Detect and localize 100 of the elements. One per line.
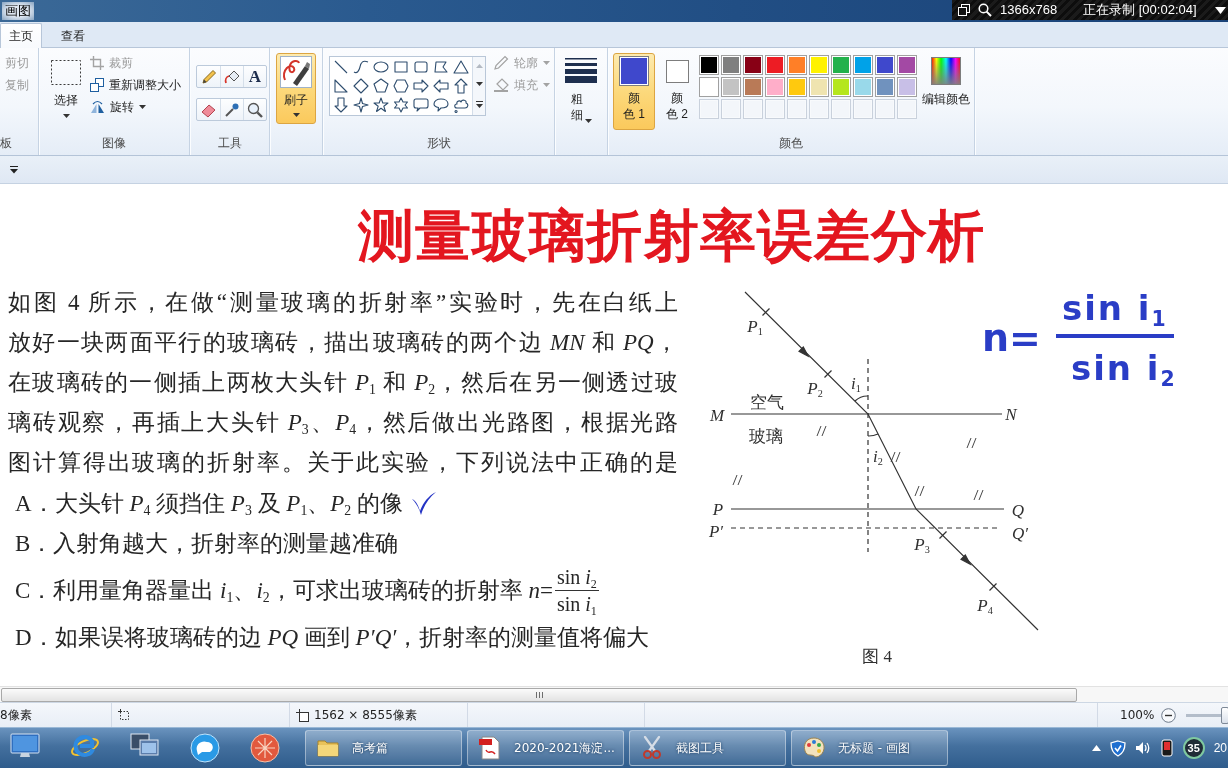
right-arrow-shape-icon[interactable] [413, 77, 429, 94]
custom-color-slot[interactable] [831, 99, 851, 119]
custom-color-slot[interactable] [721, 99, 741, 119]
custom-color-slot[interactable] [897, 99, 917, 119]
triangle-shape-icon[interactable] [453, 58, 469, 75]
scissors-icon [640, 736, 664, 760]
six-point-star-icon[interactable] [393, 96, 409, 113]
taskbar-button[interactable]: 截图工具 [629, 730, 786, 766]
rectangle-callout-icon[interactable] [413, 96, 429, 113]
caret-icon[interactable] [1214, 6, 1226, 14]
bucket-icon [493, 77, 509, 93]
zoom-out-icon[interactable] [1161, 707, 1177, 723]
color-swatch[interactable] [743, 77, 763, 97]
color-swatch[interactable] [831, 55, 851, 75]
ribbon-tab[interactable]: 查看 [52, 23, 94, 48]
diagram-label: P [712, 500, 724, 518]
color-swatch[interactable] [875, 55, 895, 75]
diagram-label: P′ [708, 522, 724, 540]
resize-icon [90, 78, 104, 92]
color-swatch[interactable] [743, 55, 763, 75]
line-shape-icon[interactable] [333, 58, 349, 75]
up-arrow-shape-icon[interactable] [453, 77, 469, 94]
chat-bubble-icon[interactable] [190, 733, 220, 763]
color-swatch[interactable] [853, 77, 873, 97]
brushes-button[interactable]: 刷子 [276, 53, 316, 124]
color-slot-button[interactable]: 颜色 1 [613, 53, 655, 130]
slider-thumb[interactable] [1221, 706, 1228, 724]
option-letter: B． [15, 529, 54, 558]
custom-color-slot[interactable] [743, 99, 763, 119]
formula-numerator: sin i$_{1}$ [1055, 288, 1174, 338]
scroll-down-icon[interactable] [475, 82, 483, 87]
diamond-shape-icon[interactable] [353, 77, 369, 94]
oval-callout-icon[interactable] [433, 96, 449, 113]
taskbar-button[interactable]: 2020-2021海淀... [467, 730, 624, 766]
window-stack-icon[interactable] [130, 733, 160, 757]
color-swatch[interactable] [831, 77, 851, 97]
phone-icon[interactable] [1159, 739, 1174, 757]
taskbar-button[interactable]: 无标题 - 画图 [791, 730, 948, 766]
color-swatch[interactable] [699, 55, 719, 75]
color-swatch[interactable] [765, 55, 785, 75]
window-icon[interactable] [958, 4, 970, 16]
hexagon-shape-icon[interactable] [393, 77, 409, 94]
diagram-label: P$_{2}$ [807, 379, 823, 397]
orb-icon[interactable] [250, 733, 280, 763]
custom-color-slot[interactable] [765, 99, 785, 119]
five-point-star-icon[interactable] [373, 96, 389, 113]
more-icon[interactable] [475, 100, 483, 108]
ribbon-command[interactable]: 旋转 [90, 96, 181, 118]
diagram-label: N [1005, 405, 1017, 423]
color-swatch[interactable] [699, 77, 719, 97]
edit-colors-button[interactable]: 编辑颜色 [921, 53, 971, 125]
group-label: 图像 [102, 135, 126, 152]
eyedropper-icon[interactable] [224, 101, 240, 118]
ribbon-command[interactable]: 重新调整大小 [90, 74, 181, 96]
custom-color-slot[interactable] [809, 99, 829, 119]
customize-toolbar-icon[interactable] [10, 165, 18, 174]
speaker-icon[interactable] [1134, 741, 1151, 755]
four-point-star-icon[interactable] [353, 96, 369, 113]
left-arrow-shape-icon[interactable] [433, 77, 449, 94]
color-slot-button[interactable]: 颜色 2 [659, 53, 695, 130]
color-swatch[interactable] [721, 55, 741, 75]
caret-icon [584, 119, 592, 123]
down-arrow-shape-icon[interactable] [333, 96, 349, 113]
up-arrow-icon[interactable] [1091, 745, 1101, 751]
pentagon-shape-icon[interactable] [373, 77, 389, 94]
taskbar-button[interactable]: 高考篇 [305, 730, 462, 766]
rounded-rectangle-shape-icon[interactable] [413, 58, 429, 75]
figure-caption: 图 4 [862, 647, 892, 665]
monitor-icon[interactable] [10, 733, 40, 759]
color-swatch[interactable] [809, 55, 829, 75]
polygon-shape-icon[interactable] [433, 58, 449, 75]
color-swatch[interactable] [765, 77, 785, 97]
custom-color-slot[interactable] [699, 99, 719, 119]
shield-icon[interactable] [1109, 739, 1126, 757]
oval-shape-icon[interactable] [373, 58, 389, 75]
color-swatch[interactable] [897, 77, 917, 97]
custom-color-slot[interactable] [875, 99, 895, 119]
select-button[interactable]: 选择 [46, 52, 86, 128]
search-icon[interactable] [978, 3, 992, 17]
pencil-icon[interactable] [200, 68, 217, 85]
canvas-size: 1562 × 8555像素 [314, 706, 417, 724]
color-swatch[interactable] [809, 77, 829, 97]
curve-shape-icon[interactable] [353, 58, 369, 75]
magnifier-icon[interactable] [247, 101, 263, 118]
bucket-icon[interactable] [224, 68, 240, 85]
color-swatch[interactable] [853, 55, 873, 75]
color-swatch[interactable] [787, 55, 807, 75]
zoom-slider[interactable] [1186, 705, 1228, 725]
custom-color-slot[interactable] [853, 99, 873, 119]
text-tool-button[interactable]: A [248, 67, 262, 86]
right-triangle-shape-icon[interactable] [333, 77, 349, 94]
ribbon-tab[interactable]: 主页 [0, 23, 42, 48]
color-swatch[interactable] [897, 55, 917, 75]
color-swatch[interactable] [787, 77, 807, 97]
question-text: 如图 4 所示，在做“测量玻璃的折射率”实验时，先在白纸上 放好一块两面平行的玻璃砖，描出玻璃砖的两个边 MN 和 PQ， 在玻璃砖的一侧插上两枚大头针 P$_{1}$ 和 P$_{2}$，然后在另一侧透过玻 璃砖观察，再插上大头针 P$_{3}$、P$_{4}$，然后做出光路图，根据光路 图计算得出玻璃的折射率。关于此实验，下列说法中正确的是 [8, 289, 678, 477]
color-swatch[interactable] [875, 77, 895, 97]
color-swatch[interactable] [721, 77, 741, 97]
scrollbar-thumb[interactable] [1, 687, 1077, 702]
custom-color-slot[interactable] [787, 99, 807, 119]
size-button[interactable]: 粗细 [561, 53, 601, 125]
